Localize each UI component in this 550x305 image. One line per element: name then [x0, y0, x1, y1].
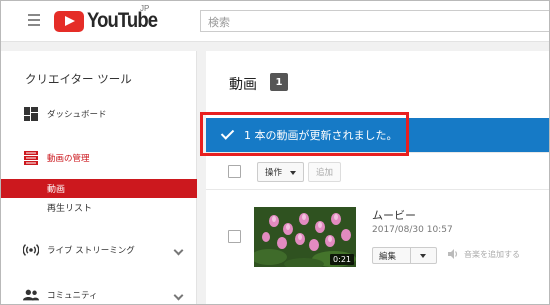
header: YouTube JP 検索 — [1, 1, 549, 42]
video-row-checkbox[interactable] — [228, 230, 241, 243]
add-button[interactable]: 追加 — [308, 162, 341, 182]
video-manager-icon — [23, 150, 39, 166]
divider — [206, 189, 549, 190]
sidebar-title: クリエイター ツール — [25, 72, 132, 86]
video-title-link[interactable]: ムービー — [372, 207, 416, 223]
sidebar: クリエイター ツール ダッシュボード 動画の管理 動画 再生リスト ライブ スト… — [1, 51, 197, 304]
logo-region: JP — [140, 4, 150, 13]
add-music-label: 音楽を追加する — [464, 249, 520, 259]
sidebar-item-live-streaming[interactable]: ライブ ストリーミング — [1, 239, 197, 261]
sidebar-item-community[interactable]: コミュニティ — [1, 284, 197, 304]
update-notice-banner: 1 本の動画が更新されました。 — [206, 118, 549, 152]
youtube-logo[interactable]: YouTube — [54, 8, 167, 34]
video-thumbnail[interactable]: 0:21 — [254, 207, 356, 267]
chevron-down-icon[interactable] — [173, 245, 184, 255]
play-logo-icon — [54, 10, 84, 32]
edit-button-group: 編集 — [372, 247, 437, 264]
video-date: 2017/08/30 10:57 — [372, 225, 453, 235]
youtube-studio-window: YouTube JP 検索 クリエイター ツール ダッシュボード 動画の管理 動… — [0, 0, 550, 305]
edit-dropdown-caret-icon[interactable] — [411, 248, 436, 263]
video-manager-panel: 動画 1 1 本の動画が更新されました。 操作 追加 0:21 ムービー 201… — [206, 51, 549, 304]
live-stream-icon — [23, 242, 39, 258]
search-input[interactable]: 検索 — [200, 10, 549, 32]
add-music-button[interactable]: 音楽を追加する — [447, 248, 520, 260]
video-count-badge: 1 — [270, 73, 288, 91]
sidebar-item-label: ライブ ストリーミング — [47, 246, 135, 256]
sidebar-item-label: ダッシュボード — [47, 110, 107, 120]
divider — [206, 152, 549, 153]
hamburger-menu-icon[interactable] — [28, 14, 40, 26]
caret-down-icon — [290, 171, 296, 175]
actions-dropdown-button[interactable]: 操作 — [257, 162, 304, 182]
video-duration: 0:21 — [330, 254, 354, 265]
checkmark-icon — [220, 126, 235, 140]
notice-text: 1 本の動画が更新されました。 — [244, 129, 398, 142]
actions-label: 操作 — [265, 168, 283, 178]
chevron-down-icon[interactable] — [173, 290, 184, 300]
sidebar-subitem-playlists[interactable]: 再生リスト — [1, 198, 197, 217]
sidebar-item-dashboard[interactable]: ダッシュボード — [1, 103, 197, 125]
speaker-icon — [448, 249, 458, 259]
dashboard-icon — [23, 106, 39, 122]
edit-button[interactable]: 編集 — [373, 248, 411, 263]
sidebar-item-label: 動画の管理 — [47, 154, 90, 164]
sidebar-subitem-videos[interactable]: 動画 — [1, 179, 197, 198]
page-title: 動画 — [229, 77, 257, 93]
sidebar-item-video-manager[interactable]: 動画の管理 — [1, 147, 197, 169]
select-all-checkbox[interactable] — [228, 165, 241, 178]
community-icon — [23, 287, 39, 303]
sidebar-item-label: コミュニティ — [47, 291, 98, 301]
